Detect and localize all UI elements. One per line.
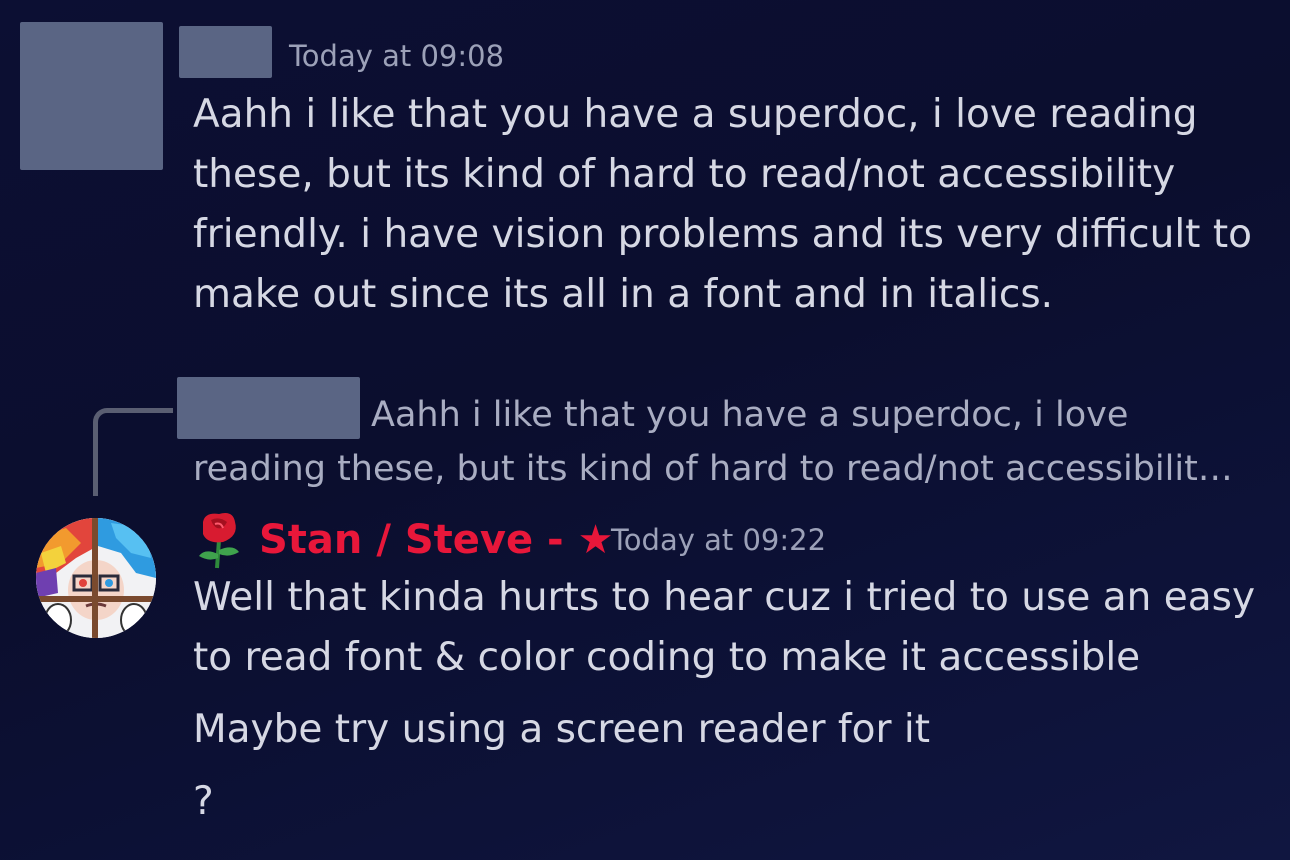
reply-connector: [93, 408, 173, 496]
message-line: friendly. i have vision problems and its…: [193, 212, 1252, 257]
rose-emoji-icon: [199, 513, 239, 569]
message-line: Aahh i like that you have a superdoc, i …: [193, 92, 1198, 137]
message-timestamp: Today at 09:22: [611, 523, 827, 557]
redacted-username[interactable]: [179, 26, 272, 78]
reply-preview-line: reading these, but its kind of hard to r…: [193, 449, 1233, 489]
redacted-avatar[interactable]: [20, 22, 163, 170]
message-content: Well that kinda hurts to hear cuz i trie…: [193, 568, 1256, 688]
message-line: make out since its all in a font and in …: [193, 272, 1054, 317]
message-header: Stan / Steve - ★: [193, 510, 613, 570]
message-line: ?: [193, 779, 214, 824]
message-line: to read font & color coding to make it a…: [193, 635, 1141, 680]
message-content: Aahh i like that you have a superdoc, i …: [193, 85, 1253, 325]
message-timestamp: Today at 09:08: [289, 39, 505, 73]
reply-preview[interactable]: Aahh i like that you have a superdoc, i …: [193, 388, 1253, 496]
avatar-illustration-icon: [36, 518, 156, 638]
avatar[interactable]: [36, 518, 156, 638]
message-content: ?: [193, 772, 1253, 832]
message-content: Maybe try using a screen reader for it: [193, 700, 1253, 760]
author-name[interactable]: Stan / Steve - ★: [259, 517, 613, 563]
message-line: Well that kinda hurts to hear cuz i trie…: [193, 575, 1256, 620]
reply-preview-line: Aahh i like that you have a superdoc, i …: [371, 395, 1129, 435]
message-line: these, but its kind of hard to read/not …: [193, 152, 1176, 197]
message-line: Maybe try using a screen reader for it: [193, 707, 931, 752]
